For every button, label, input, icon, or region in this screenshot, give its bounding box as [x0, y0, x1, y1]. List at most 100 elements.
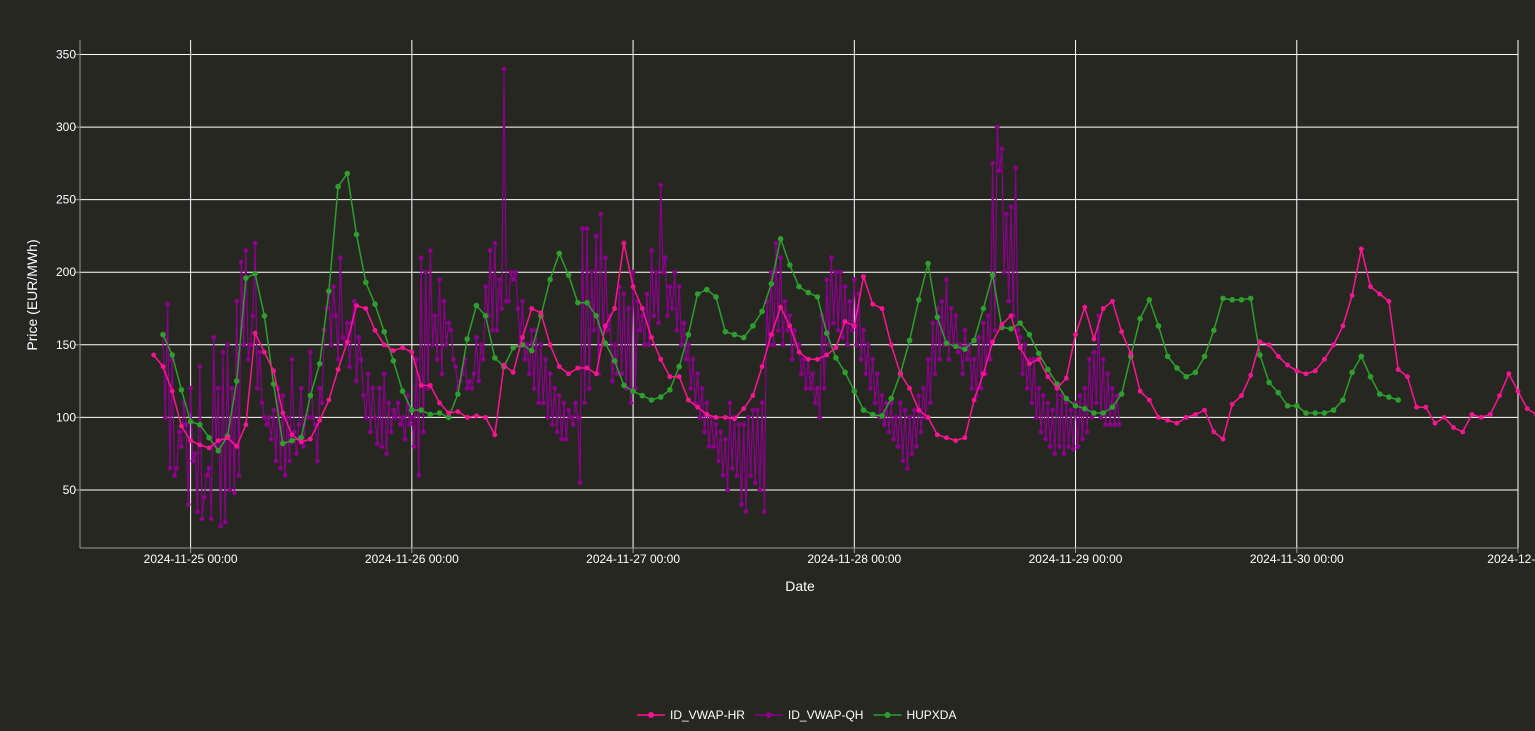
data-point [1349, 293, 1355, 298]
data-point [980, 305, 987, 312]
legend-label: ID_VWAP-HR [670, 708, 745, 722]
data-point [393, 415, 399, 420]
data-point [955, 349, 961, 355]
data-point [1052, 451, 1058, 457]
data-point [520, 298, 525, 304]
data-point [704, 400, 710, 406]
data-point [824, 277, 830, 282]
data-point [981, 320, 986, 326]
data-point [711, 444, 717, 449]
data-point [851, 323, 857, 329]
data-point [278, 465, 283, 471]
data-point [427, 248, 433, 253]
data-point [944, 435, 949, 441]
data-point [750, 407, 756, 413]
data-point [782, 298, 788, 304]
data-point [1275, 389, 1282, 396]
data-point [773, 240, 779, 246]
data-point [280, 393, 286, 398]
data-point [739, 502, 744, 507]
data-point [220, 349, 226, 355]
y-tick-label: 200 [56, 265, 76, 279]
data-point [916, 407, 922, 413]
data-point [725, 487, 730, 493]
data-point [981, 371, 986, 377]
data-point [888, 342, 894, 348]
data-point [566, 407, 571, 413]
data-point [162, 415, 168, 420]
data-point [939, 298, 945, 304]
data-point [1202, 407, 1207, 413]
data-point [729, 465, 735, 471]
data-point [575, 365, 581, 371]
data-point [646, 342, 652, 348]
data-point [335, 183, 341, 190]
data-point [565, 272, 572, 278]
data-point [642, 342, 647, 348]
data-point [971, 397, 977, 403]
data-point [722, 415, 728, 420]
data-point [1358, 246, 1364, 252]
data-point [768, 332, 774, 337]
axes [75, 40, 1519, 553]
data-point [225, 342, 230, 348]
data-point [869, 411, 876, 418]
tick-labels: 50 100 150 200 250 300 350 2024-11-25 00:00 2024… [56, 48, 1535, 566]
data-point [273, 458, 279, 464]
data-point [870, 356, 876, 362]
data-point [851, 388, 858, 395]
data-point [183, 422, 189, 427]
data-point [416, 473, 422, 478]
data-point [354, 303, 359, 308]
data-point [538, 342, 544, 348]
data-point [335, 356, 341, 362]
data-point [1045, 374, 1051, 380]
data-point [492, 432, 498, 438]
data-point [1312, 410, 1318, 416]
data-point [384, 451, 389, 457]
data-point [211, 335, 217, 340]
data-point [536, 400, 541, 406]
data-point [225, 435, 230, 441]
data-point [310, 415, 316, 420]
data-point [1004, 211, 1009, 217]
data-point [271, 368, 276, 374]
data-point [243, 422, 249, 427]
data-point [282, 473, 288, 478]
data-point [1146, 397, 1152, 403]
y-axis-title: Price (EUR/MWh) [24, 239, 40, 350]
data-point [344, 339, 350, 345]
data-point [480, 356, 486, 362]
data-point [271, 407, 276, 413]
legend-item[interactable]: ID_VWAP-QH [754, 708, 864, 722]
data-point [865, 342, 871, 348]
legend-item[interactable]: ID_VWAP-HR [637, 708, 745, 722]
data-point [1091, 349, 1097, 355]
legend-item[interactable]: HUPXDA [873, 708, 956, 722]
data-point [603, 255, 608, 261]
data-point [1034, 415, 1039, 420]
data-point [808, 385, 813, 391]
data-point [906, 337, 913, 344]
data-point [1506, 371, 1512, 377]
data-point [755, 407, 760, 413]
data-point [1075, 444, 1081, 449]
data-point [833, 269, 839, 275]
data-point [245, 356, 251, 362]
data-point [1367, 373, 1374, 380]
data-point [651, 313, 657, 319]
data-point [662, 255, 668, 261]
data-point [999, 322, 1005, 327]
data-point [529, 327, 535, 333]
y-tick-label: 250 [56, 193, 76, 207]
legend[interactable]: ID_VWAP-HR ID_VWAP-QH HUPXDA [637, 708, 956, 722]
data-point [430, 342, 435, 348]
data-point [593, 313, 599, 319]
data-point [556, 393, 562, 398]
data-point [531, 385, 537, 391]
data-point [669, 306, 675, 311]
data-point [1082, 385, 1088, 391]
data-point [1423, 404, 1429, 410]
data-point [570, 422, 576, 427]
data-point [543, 356, 548, 362]
